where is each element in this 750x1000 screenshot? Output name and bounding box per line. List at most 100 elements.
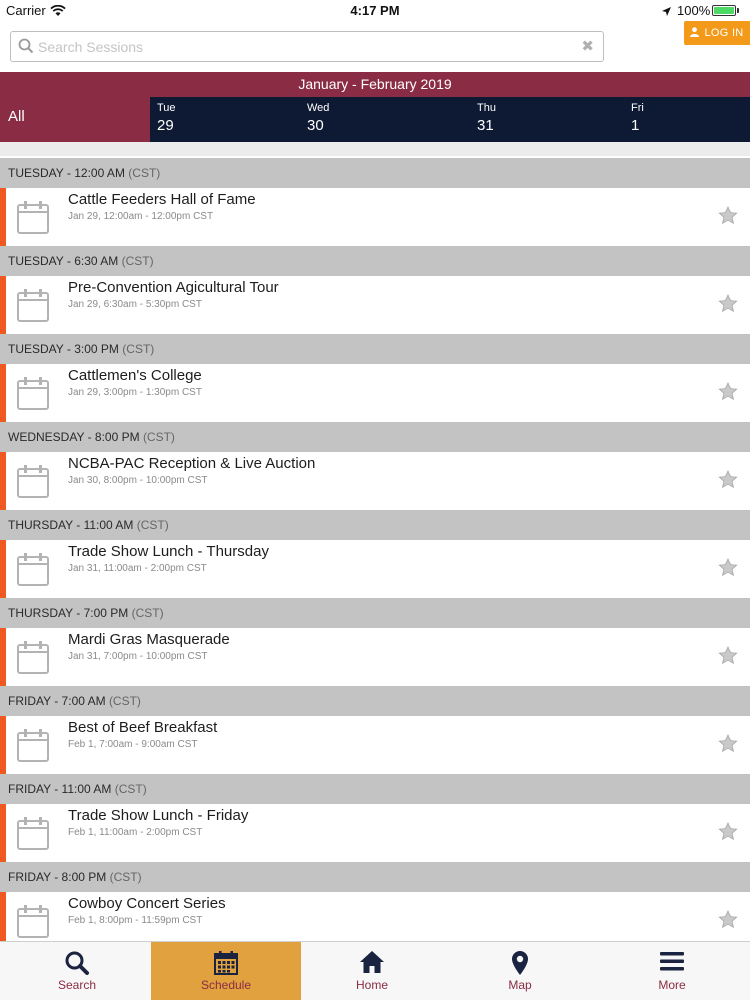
tab-schedule[interactable]: Schedule (151, 942, 301, 1000)
day-tab-fri[interactable]: Fri 1 (631, 97, 750, 142)
session-title: Mardi Gras Masquerade (68, 631, 230, 648)
day-of-week: Tue (157, 102, 176, 114)
search-input[interactable] (38, 36, 578, 58)
section-header: THURSDAY - 11:00 AM (CST) (0, 510, 750, 540)
search-box[interactable]: ✖ (10, 31, 604, 62)
section-time: TUESDAY - 3:00 PM (8, 342, 119, 356)
section-header: FRIDAY - 8:00 PM (CST) (0, 862, 750, 892)
tab-label: Map (508, 978, 532, 992)
tab-home[interactable]: Home (297, 942, 447, 1000)
calendar-icon (17, 464, 49, 503)
session-title: Trade Show Lunch - Friday (68, 807, 249, 824)
calendar-icon (17, 376, 49, 415)
favorite-star-icon[interactable] (718, 206, 738, 230)
section-timezone: (CST) (128, 166, 161, 180)
favorite-star-icon[interactable] (718, 294, 738, 318)
location-arrow-icon (661, 4, 672, 22)
date-selector: January - February 2019 All Tue 29 Wed 3… (0, 72, 750, 142)
session-time: Jan 29, 6:30am - 5:30pm CST (68, 299, 202, 310)
section-time: THURSDAY - 7:00 PM (8, 606, 129, 620)
session-time: Jan 29, 12:00am - 12:00pm CST (68, 211, 214, 222)
login-button[interactable]: LOG IN (684, 21, 750, 45)
section-time: FRIDAY - 11:00 AM (8, 782, 112, 796)
session-time: Jan 31, 7:00pm - 10:00pm CST (68, 651, 208, 662)
section-header: THURSDAY - 7:00 PM (CST) (0, 598, 750, 628)
session-item[interactable]: Cattlemen's College Jan 29, 3:00pm - 1:3… (0, 364, 750, 422)
calendar-icon (17, 288, 49, 327)
favorite-star-icon[interactable] (718, 734, 738, 758)
tab-label: Search (57, 978, 97, 992)
user-icon (690, 26, 700, 40)
session-time: Jan 29, 3:00pm - 1:30pm CST (68, 387, 202, 398)
favorite-star-icon[interactable] (718, 910, 738, 934)
status-bar: Carrier 4:17 PM 100% (0, 0, 750, 22)
all-days-tab[interactable]: All (0, 97, 150, 142)
session-title: Trade Show Lunch - Thursday (68, 543, 269, 560)
session-time: Jan 30, 8:00pm - 10:00pm CST (68, 475, 208, 486)
session-title: Cattlemen's College (68, 367, 202, 384)
session-title: Cowboy Concert Series (68, 895, 226, 912)
day-strip: Tue 29 Wed 30 Thu 31 Fri 1 (150, 97, 750, 142)
tab-search[interactable]: Search (2, 942, 152, 1000)
battery-percent: 100% (677, 3, 711, 18)
battery-tip (737, 8, 739, 13)
section-header: TUESDAY - 6:30 AM (CST) (0, 246, 750, 276)
section-timezone: (CST) (114, 782, 147, 796)
section-header: WEDNESDAY - 8:00 PM (CST) (0, 422, 750, 452)
favorite-star-icon[interactable] (718, 470, 738, 494)
section-time: THURSDAY - 11:00 AM (8, 518, 134, 532)
day-tab-tue[interactable]: Tue 29 (157, 97, 307, 142)
session-time: Feb 1, 8:00pm - 11:59pm CST (68, 915, 203, 926)
section-timezone: (CST) (131, 606, 164, 620)
map-pin-icon (445, 950, 595, 978)
session-title: NCBA-PAC Reception & Live Auction (68, 455, 316, 472)
search-icon (18, 38, 34, 59)
day-number: 1 (631, 117, 640, 134)
tab-more[interactable]: More (597, 942, 747, 1000)
month-range: January - February 2019 (0, 72, 750, 97)
search-icon (2, 950, 152, 978)
favorite-star-icon[interactable] (718, 382, 738, 406)
section-timezone: (CST) (109, 870, 142, 884)
session-item[interactable]: Trade Show Lunch - Thursday Jan 31, 11:0… (0, 540, 750, 598)
session-title: Best of Beef Breakfast (68, 719, 218, 736)
header-divider (0, 142, 750, 156)
calendar-icon (17, 728, 49, 767)
favorite-star-icon[interactable] (718, 558, 738, 582)
bottom-tab-bar: Search Schedule Home Map More (0, 941, 750, 1000)
section-header: FRIDAY - 7:00 AM (CST) (0, 686, 750, 716)
calendar-icon (17, 816, 49, 855)
calendar-icon (17, 640, 49, 679)
day-number: 29 (157, 117, 174, 134)
session-item[interactable]: Best of Beef Breakfast Feb 1, 7:00am - 9… (0, 716, 750, 774)
favorite-star-icon[interactable] (718, 646, 738, 670)
session-time: Feb 1, 7:00am - 9:00am CST (68, 739, 198, 750)
session-item[interactable]: NCBA-PAC Reception & Live Auction Jan 30… (0, 452, 750, 510)
calendar-icon (17, 552, 49, 591)
session-time: Jan 31, 11:00am - 2:00pm CST (68, 563, 207, 574)
session-item[interactable]: Mardi Gras Masquerade Jan 31, 7:00pm - 1… (0, 628, 750, 686)
session-item[interactable]: Cattle Feeders Hall of Fame Jan 29, 12:0… (0, 188, 750, 246)
calendar-icon (151, 950, 301, 978)
session-item[interactable]: Pre-Convention Agicultural Tour Jan 29, … (0, 276, 750, 334)
calendar-icon (17, 904, 49, 943)
section-header: FRIDAY - 11:00 AM (CST) (0, 774, 750, 804)
section-header: TUESDAY - 12:00 AM (CST) (0, 158, 750, 188)
day-number: 30 (307, 117, 324, 134)
section-time: TUESDAY - 12:00 AM (8, 166, 125, 180)
clock: 4:17 PM (350, 3, 400, 18)
section-time: TUESDAY - 6:30 AM (8, 254, 119, 268)
day-tab-thu[interactable]: Thu 31 (477, 97, 627, 142)
tab-map[interactable]: Map (445, 942, 595, 1000)
favorite-star-icon[interactable] (718, 822, 738, 846)
login-label: LOG IN (704, 27, 744, 39)
tab-label: More (658, 978, 686, 992)
section-timezone: (CST) (108, 694, 141, 708)
day-of-week: Fri (631, 102, 644, 114)
calendar-icon (17, 200, 49, 239)
clear-search-icon[interactable]: ✖ (581, 38, 594, 56)
session-item[interactable]: Trade Show Lunch - Friday Feb 1, 11:00am… (0, 804, 750, 862)
day-tab-wed[interactable]: Wed 30 (307, 97, 457, 142)
section-timezone: (CST) (136, 518, 169, 532)
section-time: FRIDAY - 8:00 PM (8, 870, 107, 884)
